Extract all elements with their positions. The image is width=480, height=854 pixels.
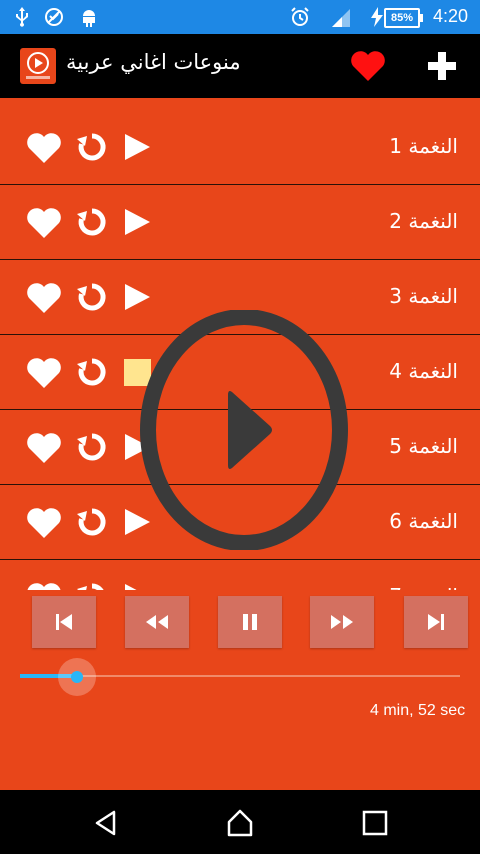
set-ringtone-icon[interactable] [76, 581, 108, 590]
player-controls [0, 596, 480, 652]
favorite-heart-icon[interactable] [26, 207, 62, 239]
battery-indicator: 85% [384, 8, 423, 28]
navigation-bar [0, 790, 480, 854]
pause-button[interactable] [218, 596, 282, 648]
ringtone-label: النغمة 4 [389, 359, 458, 383]
status-time: 4:20 [432, 6, 468, 26]
home-icon[interactable] [225, 808, 255, 838]
favorite-heart-icon[interactable] [26, 507, 62, 539]
favorite-heart-icon[interactable] [26, 582, 62, 590]
play-icon[interactable] [122, 282, 152, 312]
skip-next-icon [428, 614, 444, 630]
seek-thumb[interactable] [58, 658, 97, 696]
no-image-icon [44, 7, 64, 27]
favorite-heart-icon[interactable] [26, 357, 62, 389]
app-title: منوعات اغاني عربية [66, 50, 241, 74]
ringtone-label: النغمة 7 [389, 584, 458, 590]
charging-icon [370, 7, 384, 27]
favorite-heart-icon[interactable] [26, 282, 62, 314]
ringtone-row[interactable]: النغمة 7 [0, 560, 480, 590]
signal-icon [332, 7, 352, 27]
ringtone-label: النغمة 1 [389, 134, 458, 158]
skip-next-button[interactable] [404, 596, 468, 648]
ringtone-row[interactable]: النغمة 2 [0, 185, 480, 260]
android-debug-icon [80, 7, 98, 27]
add-plus-icon[interactable] [424, 48, 460, 84]
app-bar: منوعات اغاني عربية [0, 34, 480, 98]
usb-icon [14, 7, 30, 27]
set-ringtone-icon[interactable] [76, 206, 108, 238]
recents-icon[interactable] [360, 808, 390, 838]
ringtone-label: النغمة 2 [389, 209, 458, 233]
pause-icon [243, 614, 257, 630]
fast-forward-icon [331, 615, 353, 629]
ringtone-label: النغمة 3 [389, 284, 458, 308]
big-play-overlay-icon[interactable] [140, 309, 348, 551]
duration-label: 4 min, 52 sec [370, 702, 466, 719]
back-icon[interactable] [92, 808, 122, 838]
ringtone-label: النغمة 6 [389, 509, 458, 533]
ringtone-label: النغمة 5 [389, 434, 458, 458]
play-logo-icon [20, 48, 56, 84]
set-ringtone-icon[interactable] [76, 356, 108, 388]
skip-previous-button[interactable] [32, 596, 96, 648]
play-icon[interactable] [122, 582, 152, 590]
fast-forward-button[interactable] [310, 596, 374, 648]
ringtone-row[interactable]: النغمة 1 [0, 110, 480, 185]
alarm-icon [290, 7, 310, 27]
set-ringtone-icon[interactable] [76, 281, 108, 313]
favorite-heart-icon[interactable] [26, 132, 62, 164]
seek-bar[interactable] [20, 658, 460, 696]
favorite-heart-icon[interactable] [26, 432, 62, 464]
status-bar: 85% 4:20 [0, 0, 480, 34]
play-icon[interactable] [122, 132, 152, 162]
skip-previous-icon [56, 614, 72, 630]
set-ringtone-icon[interactable] [76, 131, 108, 163]
rewind-icon [146, 615, 168, 629]
set-ringtone-icon[interactable] [76, 431, 108, 463]
set-ringtone-icon[interactable] [76, 506, 108, 538]
rewind-button[interactable] [125, 596, 189, 648]
play-icon[interactable] [122, 207, 152, 237]
favorites-heart-icon[interactable] [350, 50, 386, 82]
